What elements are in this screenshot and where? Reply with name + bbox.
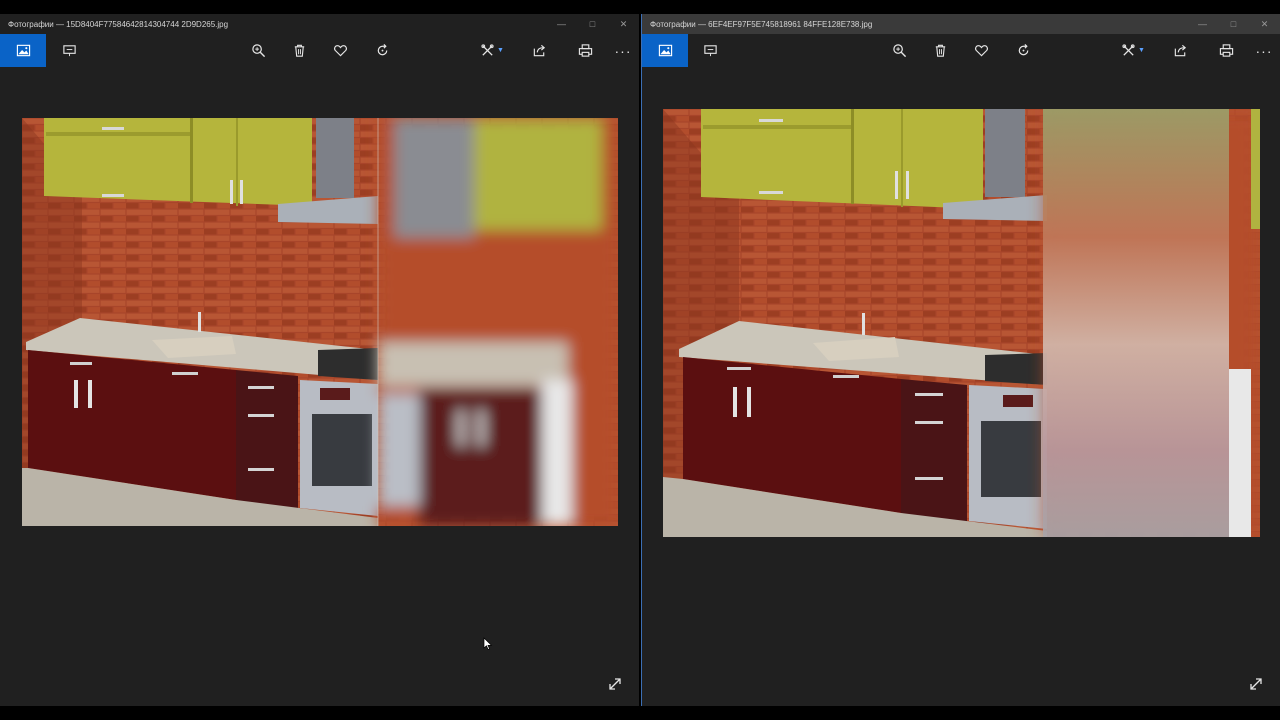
share-button[interactable]	[521, 34, 557, 67]
minimize-button[interactable]: —	[546, 14, 577, 34]
photos-window-left: Фотографии — 15D8404F77584642814304744 2…	[0, 14, 639, 706]
share-button[interactable]	[1162, 34, 1198, 67]
photos-window-right: Фотографии — 6EF4EF97F5E745818961 84FFE1…	[641, 14, 1280, 706]
heart-icon	[974, 45, 988, 57]
more-icon: ···	[1255, 42, 1273, 59]
heart-icon	[333, 45, 347, 57]
maximize-button[interactable]: □	[577, 14, 608, 34]
close-button[interactable]: ✕	[1249, 14, 1280, 34]
kitchen-photo	[22, 118, 618, 526]
minimize-icon: —	[1198, 19, 1207, 29]
chevron-down-icon: ▼	[1138, 47, 1145, 54]
zoom-button[interactable]	[881, 34, 917, 67]
photo-icon	[658, 44, 672, 57]
window-title: Фотографии — 6EF4EF97F5E745818961 84FFE1…	[650, 19, 873, 29]
fullscreen-button[interactable]	[607, 676, 623, 692]
fullscreen-button[interactable]	[1248, 676, 1264, 692]
more-options-button[interactable]: ···	[1246, 34, 1280, 67]
maximize-icon: □	[1230, 19, 1237, 29]
print-icon	[1219, 44, 1233, 57]
more-options-button[interactable]: ···	[605, 34, 639, 67]
kitchen-photo	[663, 109, 1260, 537]
share-icon	[1174, 44, 1186, 57]
toolbar: ▼ ···	[0, 34, 639, 67]
close-icon: ✕	[1260, 18, 1269, 29]
mouse-cursor-icon	[483, 637, 493, 651]
print-icon	[578, 44, 592, 57]
kitchen-render	[22, 118, 618, 526]
view-photo-button[interactable]	[0, 34, 46, 67]
minimize-button[interactable]: —	[1187, 14, 1218, 34]
delete-icon	[294, 44, 304, 57]
photo-icon	[16, 44, 30, 57]
zoom-button[interactable]	[240, 34, 276, 67]
chevron-down-icon: ▼	[497, 47, 504, 54]
delete-button[interactable]	[922, 34, 958, 67]
toolbar: ▼ ···	[642, 34, 1280, 67]
zoom-icon	[251, 44, 265, 58]
expand-icon	[609, 678, 621, 690]
share-icon	[533, 44, 545, 57]
edit-icon	[481, 44, 494, 56]
slideshow-button[interactable]	[692, 34, 728, 67]
rotate-button[interactable]	[364, 34, 400, 67]
print-button[interactable]	[1208, 34, 1244, 67]
window-title: Фотографии — 15D8404F77584642814304744 2…	[8, 19, 229, 29]
edit-create-button[interactable]: ▼	[470, 34, 514, 67]
edit-icon	[1122, 44, 1135, 56]
delete-icon	[935, 44, 945, 57]
view-photo-button[interactable]	[642, 34, 688, 67]
title-bar[interactable]: Фотографии — 15D8404F77584642814304744 2…	[0, 14, 639, 34]
close-button[interactable]: ✕	[608, 14, 639, 34]
close-icon: ✕	[619, 18, 628, 29]
favorite-button[interactable]	[322, 34, 358, 67]
slideshow-icon	[62, 45, 76, 57]
slideshow-icon	[703, 45, 717, 57]
rotate-icon	[377, 43, 387, 56]
favorite-button[interactable]	[963, 34, 999, 67]
rotate-icon	[1018, 43, 1028, 56]
print-button[interactable]	[567, 34, 603, 67]
kitchen-render	[663, 109, 1260, 537]
more-icon: ···	[614, 42, 632, 59]
delete-button[interactable]	[281, 34, 317, 67]
edit-create-button[interactable]: ▼	[1111, 34, 1155, 67]
title-bar[interactable]: Фотографии — 6EF4EF97F5E745818961 84FFE1…	[642, 14, 1280, 34]
expand-icon	[1250, 678, 1262, 690]
slideshow-button[interactable]	[51, 34, 87, 67]
zoom-icon	[892, 44, 906, 58]
maximize-button[interactable]: □	[1218, 14, 1249, 34]
minimize-icon: —	[557, 19, 566, 29]
maximize-icon: □	[589, 19, 596, 29]
rotate-button[interactable]	[1005, 34, 1041, 67]
